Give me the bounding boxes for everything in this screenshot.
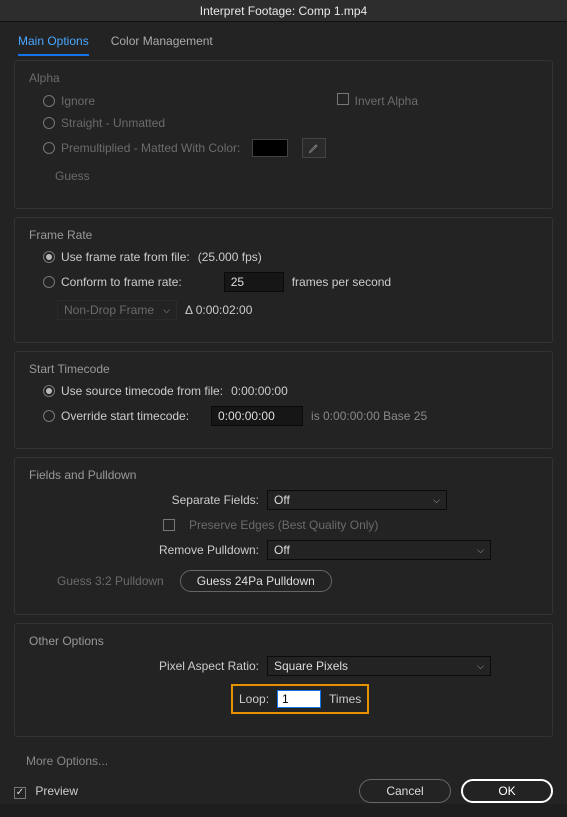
checkbox-preview-box [14, 787, 26, 799]
radio-alpha-straight[interactable]: Straight - Unmatted [43, 116, 165, 130]
radio-alpha-ignore[interactable]: Ignore [43, 94, 95, 108]
radio-override-timecode[interactable]: Override start timecode: [43, 409, 189, 423]
matte-color-swatch[interactable] [252, 139, 288, 157]
timecode-info: is 0:00:00:00 Base 25 [311, 409, 427, 423]
separate-fields-label: Separate Fields: [29, 493, 259, 507]
group-title-fields-pulldown: Fields and Pulldown [29, 468, 538, 482]
cancel-button[interactable]: Cancel [359, 779, 451, 803]
radio-alpha-premultiplied-label: Premultiplied - Matted With Color: [61, 141, 240, 155]
tab-color-management[interactable]: Color Management [111, 34, 213, 56]
fps-suffix-label: frames per second [292, 275, 391, 289]
group-title-other-options: Other Options [29, 634, 538, 648]
more-options-button[interactable]: More Options... [20, 751, 114, 771]
group-start-timecode: Start Timecode Use source timecode from … [14, 351, 553, 449]
conform-frame-rate-input[interactable] [224, 272, 284, 292]
radio-use-frame-rate-label: Use frame rate from file: [61, 250, 190, 264]
remove-pulldown-label: Remove Pulldown: [29, 543, 259, 557]
pixel-aspect-ratio-select[interactable]: Square Pixels ⌵ [267, 656, 491, 676]
checkbox-preview[interactable]: Preview [14, 784, 78, 799]
radio-use-source-timecode[interactable]: Use source timecode from file: [43, 384, 223, 398]
remove-pulldown-value: Off [274, 543, 290, 557]
checkbox-invert-alpha[interactable]: Invert Alpha [337, 93, 418, 108]
loop-highlight: Loop: Times [231, 684, 369, 714]
loop-suffix-label: Times [329, 692, 361, 706]
group-title-frame-rate: Frame Rate [29, 228, 538, 242]
file-frame-rate-value: (25.000 fps) [198, 250, 262, 264]
drop-frame-value: Non-Drop Frame [64, 303, 154, 317]
remove-pulldown-select[interactable]: Off ⌵ [267, 540, 491, 560]
radio-alpha-premultiplied[interactable]: Premultiplied - Matted With Color: [43, 141, 240, 155]
radio-use-frame-rate-from-file[interactable]: Use frame rate from file: [43, 250, 190, 264]
checkbox-invert-alpha-label: Invert Alpha [355, 94, 418, 108]
group-title-alpha: Alpha [29, 71, 538, 85]
radio-conform-frame-rate[interactable]: Conform to frame rate: [43, 275, 182, 289]
checkbox-preserve-edges-label: Preserve Edges (Best Quality Only) [189, 518, 378, 532]
override-timecode-input[interactable] [211, 406, 303, 426]
radio-alpha-ignore-label: Ignore [61, 94, 95, 108]
content: Alpha Ignore Invert Alpha Straight - Unm… [0, 56, 567, 745]
guess-24pa-pulldown-button[interactable]: Guess 24Pa Pulldown [180, 570, 332, 592]
pixel-aspect-ratio-label: Pixel Aspect Ratio: [29, 659, 259, 673]
separate-fields-value: Off [274, 493, 290, 507]
timecode-delta: Δ 0:00:02:00 [185, 303, 252, 317]
checkbox-preserve-edges[interactable] [163, 519, 175, 531]
chevron-down-icon: ⌵ [477, 545, 484, 556]
chevron-down-icon: ⌵ [433, 495, 440, 506]
drop-frame-select[interactable]: Non-Drop Frame ⌵ [57, 300, 177, 320]
group-other-options: Other Options Pixel Aspect Ratio: Square… [14, 623, 553, 737]
group-fields-pulldown: Fields and Pulldown Separate Fields: Off… [14, 457, 553, 615]
group-alpha: Alpha Ignore Invert Alpha Straight - Unm… [14, 60, 553, 209]
source-timecode-value: 0:00:00:00 [231, 384, 288, 398]
footer: More Options... Preview Cancel OK [0, 745, 567, 817]
guess-alpha-button[interactable]: Guess [43, 166, 102, 186]
ok-button[interactable]: OK [461, 779, 553, 803]
chevron-down-icon: ⌵ [163, 305, 170, 316]
tab-bar: Main Options Color Management [0, 22, 567, 56]
guess-32-pulldown-button[interactable]: Guess 3:2 Pulldown [57, 574, 164, 588]
chevron-down-icon: ⌵ [477, 661, 484, 672]
radio-conform-label: Conform to frame rate: [61, 275, 182, 289]
checkbox-preview-label: Preview [35, 784, 78, 798]
titlebar: Interpret Footage: Comp 1.mp4 [0, 0, 567, 22]
radio-alpha-straight-label: Straight - Unmatted [61, 116, 165, 130]
group-title-start-timecode: Start Timecode [29, 362, 538, 376]
pixel-aspect-ratio-value: Square Pixels [274, 659, 348, 673]
radio-override-timecode-label: Override start timecode: [61, 409, 189, 423]
radio-use-source-timecode-label: Use source timecode from file: [61, 384, 223, 398]
loop-label: Loop: [239, 692, 269, 706]
separate-fields-select[interactable]: Off ⌵ [267, 490, 447, 510]
tab-main-options[interactable]: Main Options [18, 34, 89, 56]
dialog: Interpret Footage: Comp 1.mp4 Main Optio… [0, 0, 567, 804]
group-frame-rate: Frame Rate Use frame rate from file: (25… [14, 217, 553, 343]
loop-count-input[interactable] [277, 690, 321, 708]
eyedropper-icon[interactable] [302, 138, 326, 158]
